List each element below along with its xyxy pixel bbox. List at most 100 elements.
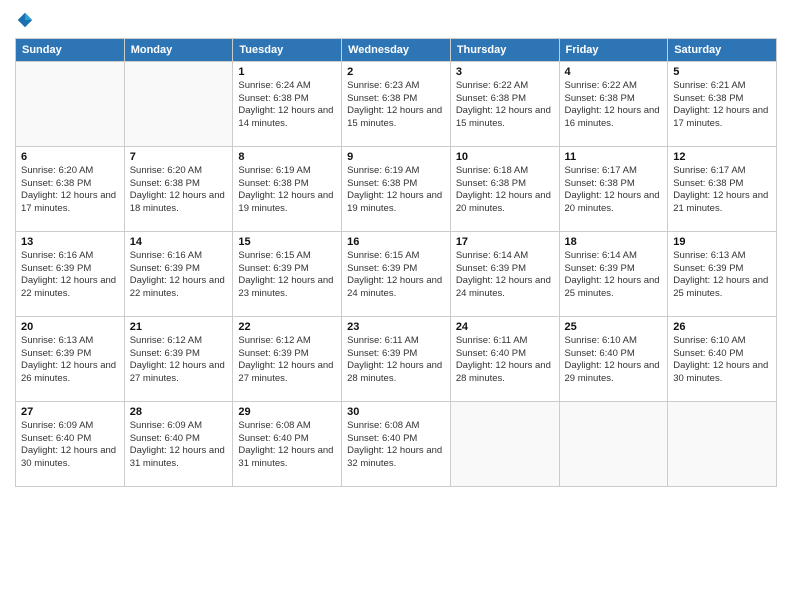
calendar-cell: 7 Sunrise: 6:20 AM Sunset: 6:38 PM Daylig… [124,146,233,231]
day-number: 11 [565,151,663,163]
day-info: Sunrise: 6:24 AM Sunset: 6:38 PM Dayligh… [238,80,336,131]
calendar-week-row: 6 Sunrise: 6:20 AM Sunset: 6:38 PM Daylig… [16,146,777,231]
day-number: 26 [673,321,771,333]
day-info: Sunrise: 6:12 AM Sunset: 6:39 PM Dayligh… [238,335,336,386]
day-number: 16 [347,236,445,248]
day-info: Sunrise: 6:22 AM Sunset: 6:38 PM Dayligh… [456,80,554,131]
day-info: Sunrise: 6:09 AM Sunset: 6:40 PM Dayligh… [130,420,228,471]
calendar-cell: 25 Sunrise: 6:10 AM Sunset: 6:40 PM Dayli… [559,316,668,401]
day-number: 21 [130,321,228,333]
calendar-week-row: 20 Sunrise: 6:13 AM Sunset: 6:39 PM Dayli… [16,316,777,401]
day-info: Sunrise: 6:15 AM Sunset: 6:39 PM Dayligh… [238,250,336,301]
calendar-header-thursday: Thursday [450,38,559,61]
calendar-header-monday: Monday [124,38,233,61]
calendar-cell: 26 Sunrise: 6:10 AM Sunset: 6:40 PM Dayli… [668,316,777,401]
day-info: Sunrise: 6:10 AM Sunset: 6:40 PM Dayligh… [565,335,663,386]
day-info: Sunrise: 6:14 AM Sunset: 6:39 PM Dayligh… [565,250,663,301]
day-number: 29 [238,406,336,418]
calendar-cell [124,61,233,146]
calendar-cell: 18 Sunrise: 6:14 AM Sunset: 6:39 PM Dayli… [559,231,668,316]
calendar-header-wednesday: Wednesday [342,38,451,61]
day-info: Sunrise: 6:19 AM Sunset: 6:38 PM Dayligh… [347,165,445,216]
day-info: Sunrise: 6:18 AM Sunset: 6:38 PM Dayligh… [456,165,554,216]
day-number: 7 [130,151,228,163]
calendar-cell: 29 Sunrise: 6:08 AM Sunset: 6:40 PM Dayli… [233,401,342,486]
day-info: Sunrise: 6:16 AM Sunset: 6:39 PM Dayligh… [21,250,119,301]
calendar-cell: 30 Sunrise: 6:08 AM Sunset: 6:40 PM Dayli… [342,401,451,486]
day-number: 4 [565,66,663,78]
day-number: 24 [456,321,554,333]
calendar-cell: 8 Sunrise: 6:19 AM Sunset: 6:38 PM Daylig… [233,146,342,231]
calendar-week-row: 1 Sunrise: 6:24 AM Sunset: 6:38 PM Daylig… [16,61,777,146]
calendar-cell: 5 Sunrise: 6:21 AM Sunset: 6:38 PM Daylig… [668,61,777,146]
day-info: Sunrise: 6:17 AM Sunset: 6:38 PM Dayligh… [565,165,663,216]
day-number: 5 [673,66,771,78]
day-number: 2 [347,66,445,78]
day-number: 27 [21,406,119,418]
day-number: 13 [21,236,119,248]
day-number: 23 [347,321,445,333]
calendar-table: SundayMondayTuesdayWednesdayThursdayFrid… [15,38,777,487]
day-info: Sunrise: 6:20 AM Sunset: 6:38 PM Dayligh… [130,165,228,216]
calendar-cell: 14 Sunrise: 6:16 AM Sunset: 6:39 PM Dayli… [124,231,233,316]
calendar-cell: 11 Sunrise: 6:17 AM Sunset: 6:38 PM Dayli… [559,146,668,231]
day-info: Sunrise: 6:13 AM Sunset: 6:39 PM Dayligh… [21,335,119,386]
calendar-cell: 24 Sunrise: 6:11 AM Sunset: 6:40 PM Dayli… [450,316,559,401]
calendar-cell: 6 Sunrise: 6:20 AM Sunset: 6:38 PM Daylig… [16,146,125,231]
day-info: Sunrise: 6:14 AM Sunset: 6:39 PM Dayligh… [456,250,554,301]
calendar-cell: 9 Sunrise: 6:19 AM Sunset: 6:38 PM Daylig… [342,146,451,231]
calendar-cell: 1 Sunrise: 6:24 AM Sunset: 6:38 PM Daylig… [233,61,342,146]
day-number: 3 [456,66,554,78]
day-number: 14 [130,236,228,248]
day-info: Sunrise: 6:19 AM Sunset: 6:38 PM Dayligh… [238,165,336,216]
calendar-header-sunday: Sunday [16,38,125,61]
page: SundayMondayTuesdayWednesdayThursdayFrid… [0,0,792,612]
calendar-cell: 21 Sunrise: 6:12 AM Sunset: 6:39 PM Dayli… [124,316,233,401]
calendar-cell: 13 Sunrise: 6:16 AM Sunset: 6:39 PM Dayli… [16,231,125,316]
day-number: 19 [673,236,771,248]
day-info: Sunrise: 6:20 AM Sunset: 6:38 PM Dayligh… [21,165,119,216]
day-number: 25 [565,321,663,333]
calendar-cell [559,401,668,486]
calendar-cell: 12 Sunrise: 6:17 AM Sunset: 6:38 PM Dayli… [668,146,777,231]
day-info: Sunrise: 6:11 AM Sunset: 6:39 PM Dayligh… [347,335,445,386]
logo [15,10,34,30]
calendar-cell: 19 Sunrise: 6:13 AM Sunset: 6:39 PM Dayli… [668,231,777,316]
calendar-cell: 4Sunrise: 6:22 AM Sunset: 6:38 PM Daylig… [559,61,668,146]
day-info: Sunrise: 6:10 AM Sunset: 6:40 PM Dayligh… [673,335,771,386]
day-info: Sunrise: 6:16 AM Sunset: 6:39 PM Dayligh… [130,250,228,301]
day-info: Sunrise: 6:08 AM Sunset: 6:40 PM Dayligh… [347,420,445,471]
day-number: 1 [238,66,336,78]
day-number: 6 [21,151,119,163]
header [15,10,777,30]
day-number: 9 [347,151,445,163]
day-number: 15 [238,236,336,248]
day-number: 17 [456,236,554,248]
day-number: 12 [673,151,771,163]
day-number: 8 [238,151,336,163]
calendar-header-friday: Friday [559,38,668,61]
day-info: Sunrise: 6:11 AM Sunset: 6:40 PM Dayligh… [456,335,554,386]
day-info: Sunrise: 6:12 AM Sunset: 6:39 PM Dayligh… [130,335,228,386]
calendar-cell: 27 Sunrise: 6:09 AM Sunset: 6:40 PM Dayli… [16,401,125,486]
day-number: 30 [347,406,445,418]
calendar-cell: 16Sunrise: 6:15 AM Sunset: 6:39 PM Dayli… [342,231,451,316]
logo-text [15,10,34,30]
day-info: Sunrise: 6:13 AM Sunset: 6:39 PM Dayligh… [673,250,771,301]
day-number: 28 [130,406,228,418]
calendar-cell: 20 Sunrise: 6:13 AM Sunset: 6:39 PM Dayli… [16,316,125,401]
day-number: 18 [565,236,663,248]
calendar-cell: 22Sunrise: 6:12 AM Sunset: 6:39 PM Dayli… [233,316,342,401]
day-info: Sunrise: 6:21 AM Sunset: 6:38 PM Dayligh… [673,80,771,131]
calendar-cell [450,401,559,486]
day-info: Sunrise: 6:08 AM Sunset: 6:40 PM Dayligh… [238,420,336,471]
day-number: 20 [21,321,119,333]
logo-icon [16,11,34,29]
day-info: Sunrise: 6:17 AM Sunset: 6:38 PM Dayligh… [673,165,771,216]
calendar-cell [668,401,777,486]
calendar-cell: 28 Sunrise: 6:09 AM Sunset: 6:40 PM Dayli… [124,401,233,486]
calendar-cell: 3 Sunrise: 6:22 AM Sunset: 6:38 PM Daylig… [450,61,559,146]
calendar-cell [16,61,125,146]
day-info: Sunrise: 6:09 AM Sunset: 6:40 PM Dayligh… [21,420,119,471]
day-number: 10 [456,151,554,163]
